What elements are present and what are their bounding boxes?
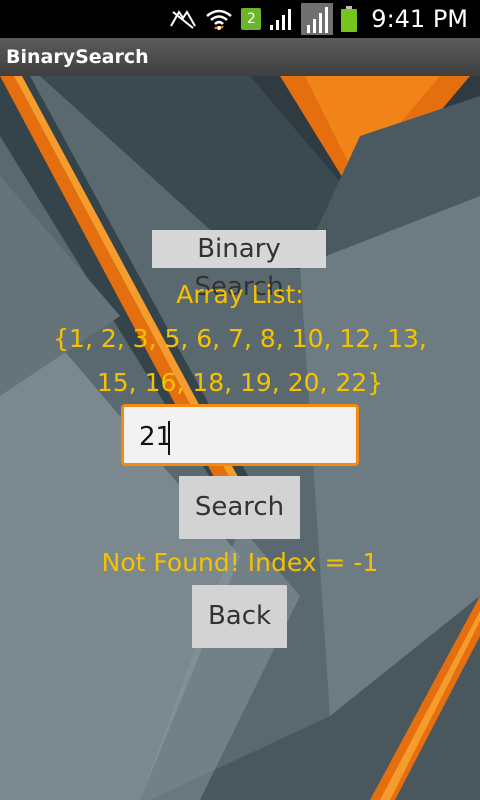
status-icons: 2 9:41 PM (169, 0, 468, 38)
app-title-bar: BinarySearch (0, 38, 480, 76)
result-text: Not Found! Index = -1 (101, 548, 379, 577)
notification-badge-icon: 2 (241, 8, 262, 30)
search-input-container[interactable] (121, 404, 359, 466)
array-label: Array List: (176, 280, 304, 309)
search-button[interactable]: Search (179, 476, 300, 539)
array-values-line-2: 15, 16, 18, 19, 20, 22} (96, 368, 384, 397)
back-button[interactable]: Back (192, 585, 287, 648)
status-time: 9:41 PM (371, 5, 468, 33)
page-title: Binary Search (152, 230, 326, 302)
cell-signal-icon (269, 7, 293, 31)
wifi-icon (205, 6, 233, 32)
cell-signal-icon (301, 3, 334, 35)
status-bar: 2 9:41 PM (0, 0, 480, 38)
app-title: BinarySearch (6, 46, 149, 68)
text-caret (168, 421, 170, 455)
array-values-line-1: {1, 2, 3, 5, 6, 7, 8, 10, 12, 13, (53, 324, 427, 353)
battery-icon (341, 6, 358, 32)
screen: 2 9:41 PM BinarySearch Binary Search Arr… (0, 0, 480, 800)
signal-muted-icon (169, 8, 197, 30)
